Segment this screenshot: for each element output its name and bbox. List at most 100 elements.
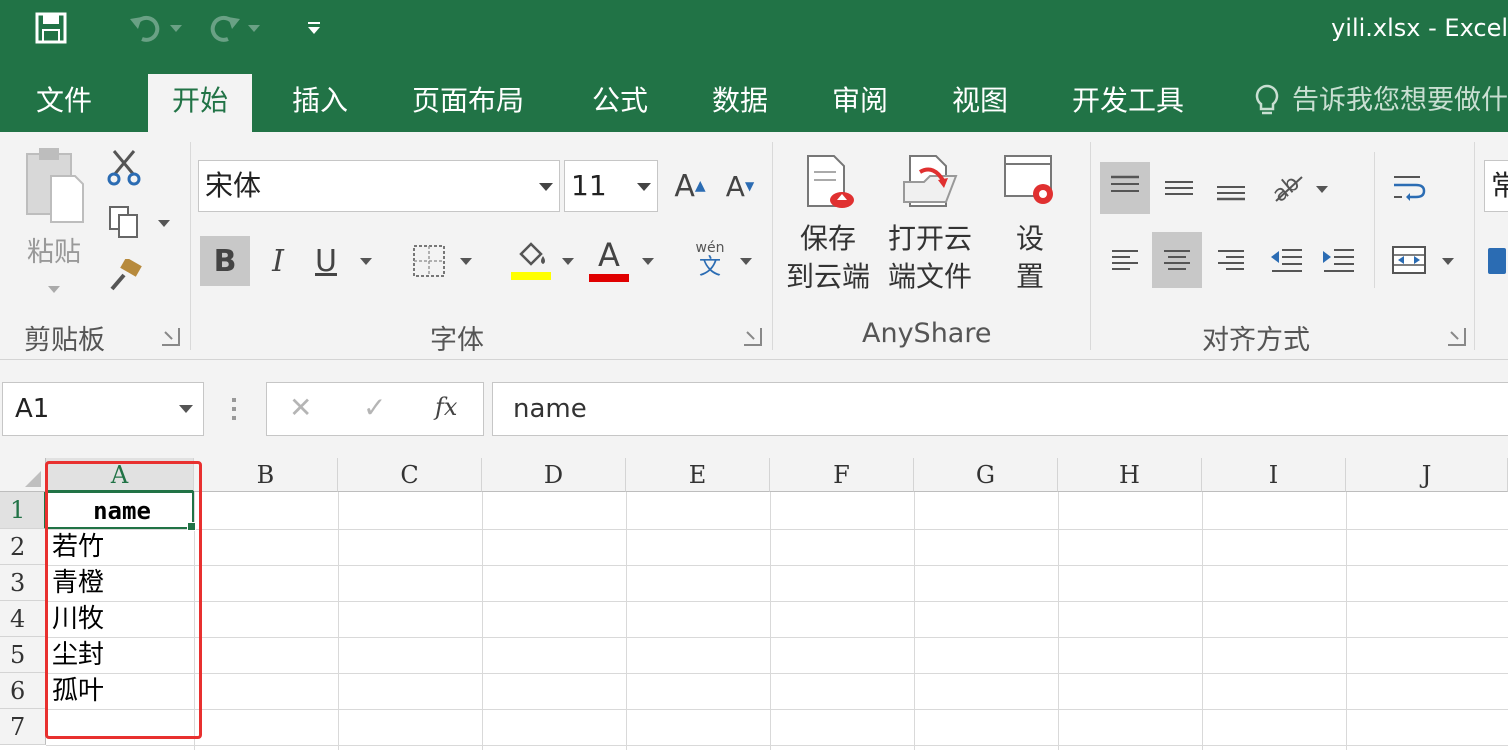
- select-all-button[interactable]: [0, 458, 46, 492]
- column-header-i[interactable]: I: [1202, 458, 1346, 492]
- align-center-icon[interactable]: [1152, 232, 1202, 288]
- font-color-icon[interactable]: A: [586, 232, 632, 288]
- tab-formulas[interactable]: 公式: [568, 74, 672, 132]
- bold-button[interactable]: B: [200, 236, 250, 286]
- grid-line: [1058, 492, 1059, 750]
- open-cloud-file-button[interactable]: 打开云 端文件: [882, 152, 978, 312]
- tell-me-search[interactable]: 告诉我您想要做什: [1252, 74, 1508, 128]
- insert-function-icon[interactable]: fx: [435, 393, 457, 421]
- column-header-e[interactable]: E: [626, 458, 770, 492]
- cloud-open-icon: [903, 155, 958, 207]
- clipboard-launcher-icon[interactable]: [162, 328, 180, 346]
- tab-insert[interactable]: 插入: [268, 74, 372, 132]
- row-header-5[interactable]: 5: [0, 637, 46, 673]
- conditional-format-icon[interactable]: [1486, 236, 1508, 286]
- fill-color-icon[interactable]: [506, 232, 556, 288]
- row-header-7[interactable]: 7: [0, 709, 46, 745]
- borders-icon[interactable]: [404, 236, 454, 286]
- row-header-3[interactable]: 3: [0, 565, 46, 601]
- name-box[interactable]: A1: [2, 382, 204, 436]
- grid-line: [46, 529, 1508, 530]
- column-header-b[interactable]: B: [194, 458, 338, 492]
- paste-label: 粘贴: [27, 237, 81, 268]
- column-header-c[interactable]: C: [338, 458, 482, 492]
- fill-color-dropdown-icon[interactable]: [562, 258, 574, 265]
- settings-line1: 设: [1015, 222, 1044, 255]
- font-color-glyph: A: [598, 236, 620, 274]
- anyshare-settings-button[interactable]: 设 置: [994, 152, 1066, 312]
- column-header-j[interactable]: J: [1346, 458, 1508, 492]
- increase-indent-icon[interactable]: [1314, 232, 1364, 288]
- row-header-2[interactable]: 2: [0, 529, 46, 565]
- tab-data[interactable]: 数据: [688, 74, 792, 132]
- underline-dropdown-icon[interactable]: [360, 258, 372, 265]
- middle-align-icon[interactable]: [1154, 162, 1204, 214]
- save-cloud-line2: 到云端: [785, 260, 870, 293]
- tell-me-placeholder: 告诉我您想要做什: [1292, 85, 1508, 116]
- orientation-icon[interactable]: ab: [1262, 162, 1312, 214]
- save-to-cloud-button[interactable]: 保存 到云端: [780, 152, 876, 312]
- phonetic-guide-button[interactable]: wén 文: [688, 232, 732, 288]
- undo-icon[interactable]: [126, 13, 166, 43]
- tab-review[interactable]: 审阅: [808, 74, 912, 132]
- font-launcher-icon[interactable]: [744, 328, 762, 346]
- grid-line: [914, 492, 915, 750]
- enter-icon[interactable]: ✓: [363, 391, 386, 424]
- shrink-font-button[interactable]: A ▼: [720, 164, 760, 208]
- customize-qat-icon[interactable]: [302, 22, 326, 34]
- worksheet-grid[interactable]: A B C D E F G H I J 1 2 3 4 5 6 7 name 若…: [0, 458, 1508, 750]
- underline-button[interactable]: U: [304, 236, 348, 286]
- grid-line: [46, 565, 1508, 566]
- formula-input[interactable]: name: [492, 382, 1508, 436]
- top-align-icon[interactable]: [1100, 162, 1150, 214]
- tab-developer[interactable]: 开发工具: [1048, 74, 1208, 132]
- alignment-launcher-icon[interactable]: [1448, 328, 1466, 346]
- font-color-dropdown-icon[interactable]: [642, 258, 654, 265]
- column-a-highlight: [45, 461, 202, 739]
- orientation-dropdown-icon[interactable]: [1316, 186, 1328, 193]
- column-header-f[interactable]: F: [770, 458, 914, 492]
- formula-bar-grip-icon[interactable]: [232, 398, 236, 420]
- row-header-4[interactable]: 4: [0, 601, 46, 637]
- save-icon[interactable]: [30, 11, 72, 45]
- number-format-combo[interactable]: 常: [1484, 160, 1508, 212]
- column-header-h[interactable]: H: [1058, 458, 1202, 492]
- grid-line: [46, 745, 1508, 746]
- format-painter-icon[interactable]: [102, 256, 146, 296]
- font-size-combo[interactable]: 11: [564, 160, 658, 212]
- tab-page-layout[interactable]: 页面布局: [388, 74, 548, 132]
- merge-dropdown-icon[interactable]: [1442, 258, 1454, 265]
- svg-text:ab: ab: [1268, 171, 1305, 205]
- cancel-icon[interactable]: ✕: [289, 391, 312, 424]
- tab-file[interactable]: 文件: [12, 74, 116, 132]
- undo-dropdown-icon[interactable]: [166, 24, 186, 32]
- copy-dropdown-icon[interactable]: [158, 220, 170, 227]
- align-right-icon[interactable]: [1206, 232, 1256, 288]
- borders-dropdown-icon[interactable]: [460, 258, 472, 265]
- group-separator: [772, 142, 773, 350]
- phonetic-dropdown-icon[interactable]: [740, 258, 752, 265]
- row-header-6[interactable]: 6: [0, 673, 46, 709]
- italic-button[interactable]: I: [256, 236, 300, 286]
- ribbon-home: 粘贴 剪贴板 宋体 11 A ▲ A ▼ B I U A wén 文 字体 保存…: [0, 132, 1508, 360]
- font-name-combo[interactable]: 宋体: [198, 160, 560, 212]
- paste-button[interactable]: 粘贴: [14, 146, 94, 296]
- merge-center-icon[interactable]: [1384, 232, 1434, 288]
- lightbulb-icon: [1255, 84, 1279, 115]
- copy-icon[interactable]: [102, 202, 146, 242]
- decrease-indent-icon[interactable]: [1262, 232, 1312, 288]
- row-header-1[interactable]: 1: [0, 492, 46, 529]
- align-left-icon[interactable]: [1100, 232, 1150, 288]
- redo-icon[interactable]: [204, 13, 244, 43]
- font-size-value: 11: [571, 169, 607, 202]
- column-header-g[interactable]: G: [914, 458, 1058, 492]
- cut-icon[interactable]: [102, 148, 146, 188]
- column-header-d[interactable]: D: [482, 458, 626, 492]
- tab-home[interactable]: 开始: [148, 74, 253, 132]
- quick-access-toolbar: [30, 10, 326, 46]
- grow-font-button[interactable]: A ▲: [670, 164, 710, 208]
- bottom-align-icon[interactable]: [1206, 162, 1256, 214]
- wrap-text-icon[interactable]: [1384, 162, 1434, 214]
- tab-view[interactable]: 视图: [928, 74, 1032, 132]
- redo-dropdown-icon[interactable]: [244, 24, 264, 32]
